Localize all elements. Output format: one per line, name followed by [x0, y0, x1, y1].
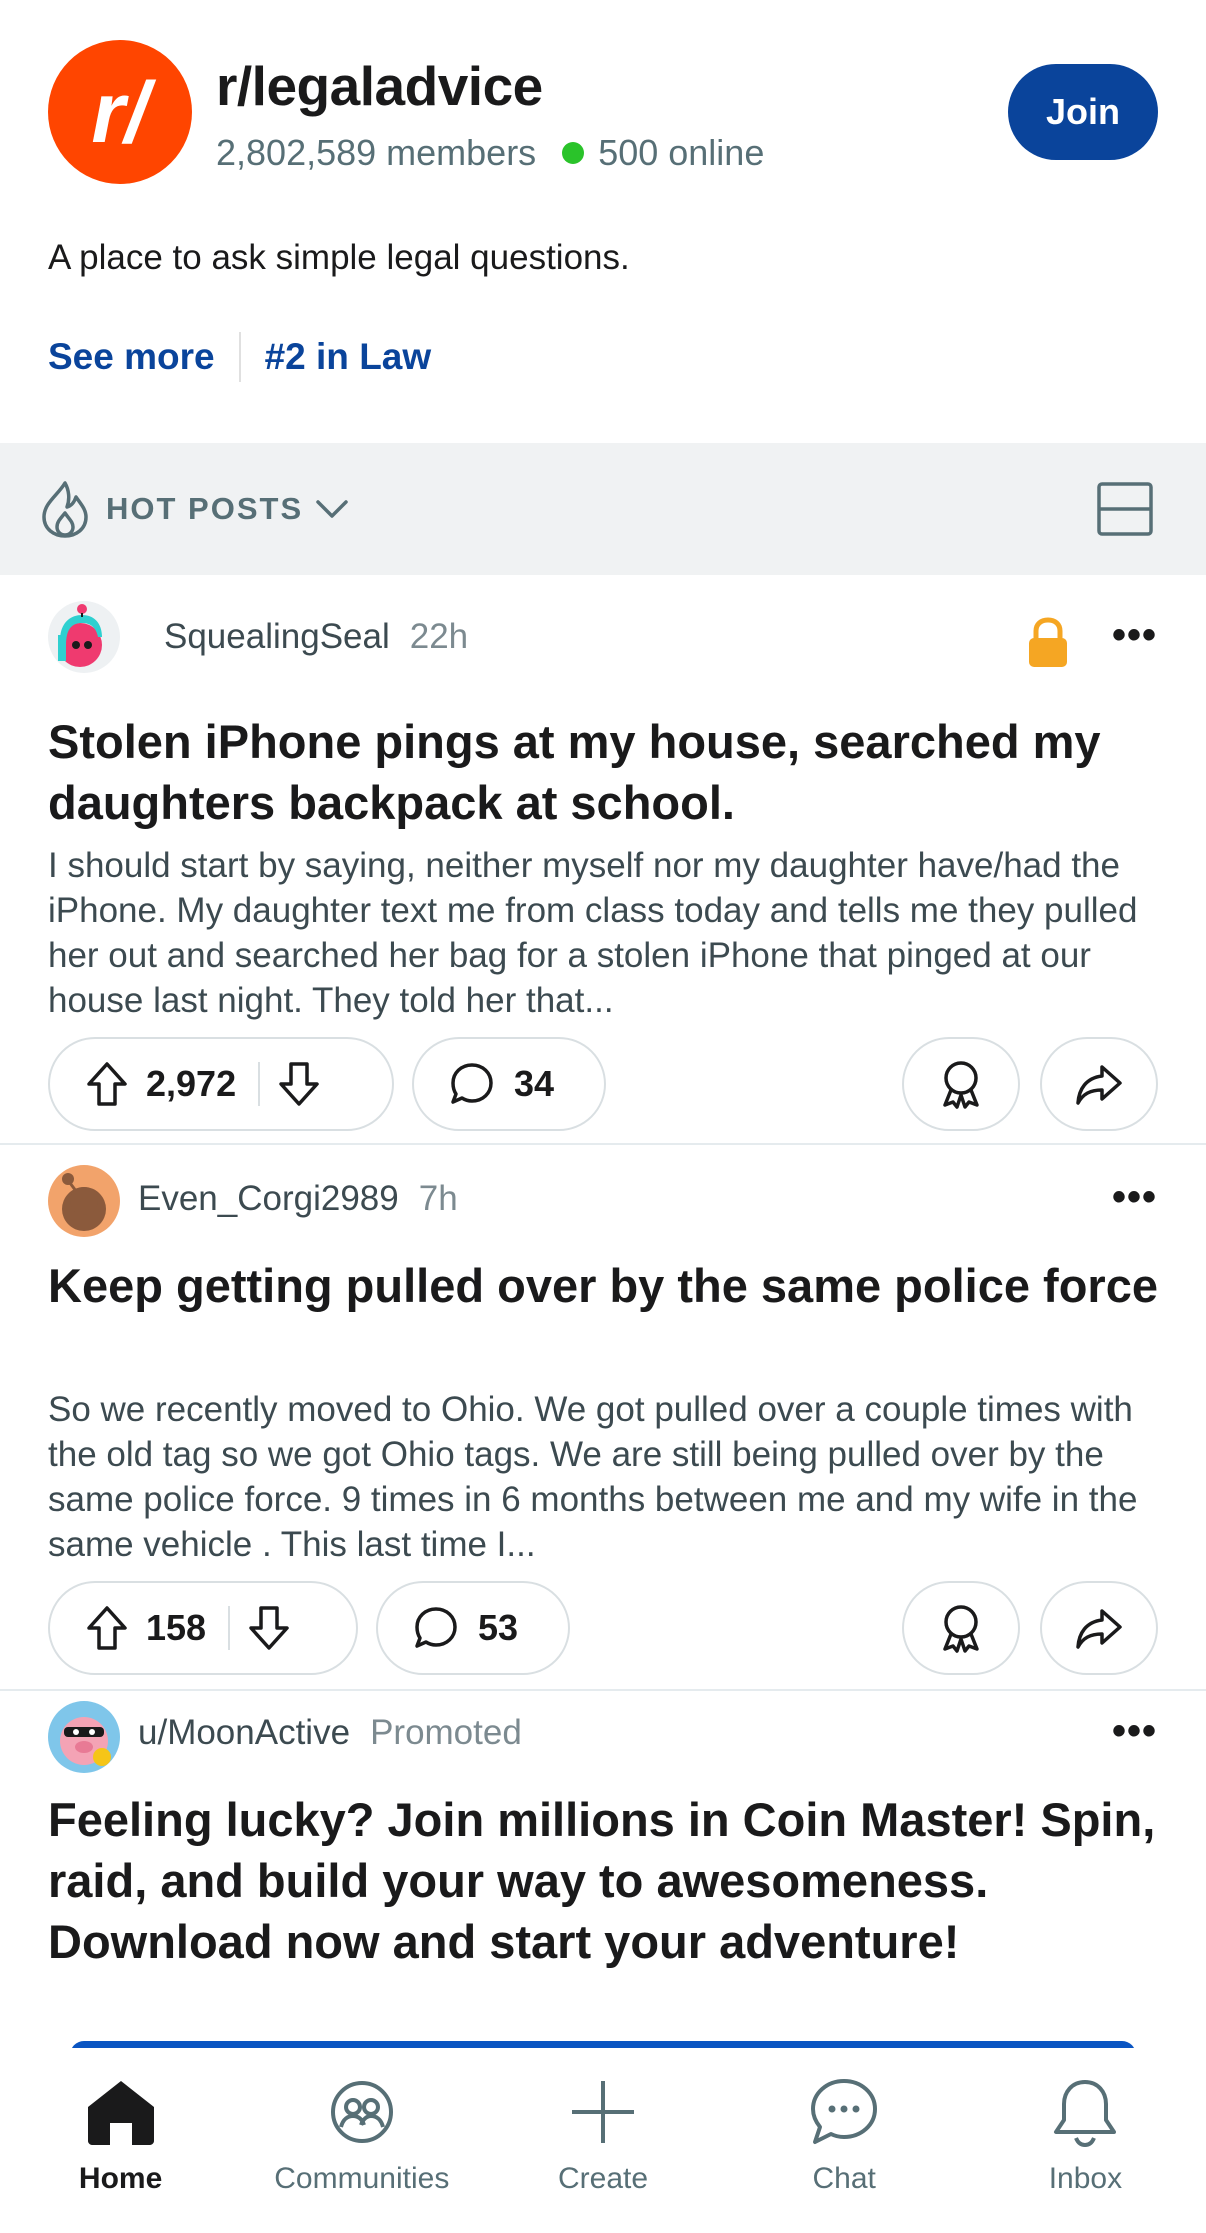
post-overflow-menu[interactable]: •••: [1112, 1177, 1157, 1217]
nav-chat[interactable]: Chat: [724, 2048, 965, 2233]
post-card[interactable]: Even_Corgi2989 7h ••• Keep getting pulle…: [0, 1145, 1206, 1689]
user-avatar-icon: [48, 601, 120, 673]
chevron-down-icon: [316, 500, 348, 518]
comment-count: 34: [514, 1063, 555, 1104]
award-icon: [943, 1061, 979, 1109]
comments-button[interactable]: 53: [376, 1581, 570, 1675]
card-layout-icon[interactable]: [1096, 481, 1154, 537]
post-time: 7h: [418, 1179, 458, 1218]
online-indicator-icon: [562, 142, 585, 164]
promoted-post-card[interactable]: u/MoonActive Promoted ••• Feeling lucky?…: [0, 1691, 1206, 2048]
home-icon: [87, 2081, 154, 2145]
post-meta: u/MoonActive Promoted: [138, 1713, 522, 1753]
vote-control: 2,972: [48, 1037, 394, 1131]
vote-count: 158: [146, 1607, 207, 1648]
nav-create-label: Create: [557, 2162, 649, 2195]
nav-inbox-label: Inbox: [1048, 2162, 1123, 2195]
upvote-icon[interactable]: [84, 1060, 130, 1108]
svg-text:r/: r/: [91, 65, 156, 161]
upvote-icon[interactable]: [84, 1604, 130, 1652]
community-name[interactable]: r/legaladvice: [216, 54, 543, 118]
post-title[interactable]: Keep getting pulled over by the same pol…: [48, 1255, 1168, 1316]
comment-count: 53: [478, 1607, 519, 1648]
flame-icon: [42, 481, 88, 538]
downvote-icon[interactable]: [276, 1060, 322, 1108]
ad-title[interactable]: Feeling lucky? Join millions in Coin Mas…: [48, 1789, 1168, 1972]
nav-communities-label: Communities: [274, 2162, 450, 2195]
community-description: A place to ask simple legal questions.: [48, 238, 630, 277]
award-icon: [943, 1605, 979, 1653]
bell-icon: [1054, 2080, 1117, 2148]
join-button[interactable]: Join: [1008, 64, 1158, 160]
nav-chat-label: Chat: [812, 2162, 876, 2195]
advertiser-avatar-icon: [48, 1701, 120, 1773]
vote-divider: [228, 1606, 231, 1650]
community-stats: 2,802,589 members 500 online: [216, 132, 764, 174]
post-body[interactable]: I should start by saying, neither myself…: [48, 843, 1168, 1023]
post-body[interactable]: So we recently moved to Ohio. We got pul…: [48, 1387, 1168, 1567]
community-header: r/ r/legaladvice 2,802,589 members 500 o…: [0, 0, 1206, 443]
award-button[interactable]: [902, 1037, 1020, 1131]
bottom-nav: Home Communities Create Chat Inbox: [0, 2048, 1206, 2233]
post-overflow-menu[interactable]: •••: [1112, 1711, 1157, 1751]
post-actions: 2,972 34: [48, 1037, 1158, 1131]
sort-dropdown[interactable]: HOT POSTS: [36, 479, 349, 539]
vote-control: 158: [48, 1581, 358, 1675]
vote-divider: [258, 1062, 261, 1106]
avatar[interactable]: [48, 1165, 120, 1237]
advertiser-name[interactable]: u/MoonActive: [138, 1713, 350, 1753]
member-count: 2,802,589 members: [216, 132, 537, 173]
post-meta: SquealingSeal 22h: [164, 617, 468, 657]
community-logo[interactable]: r/: [48, 40, 192, 184]
vote-count: 2,972: [146, 1063, 237, 1104]
share-button[interactable]: [1040, 1037, 1158, 1131]
downvote-icon[interactable]: [246, 1604, 292, 1652]
sort-bar: HOT POSTS: [0, 443, 1206, 575]
communities-icon: [330, 2081, 393, 2143]
comment-icon: [451, 1063, 493, 1104]
nav-communities[interactable]: Communities: [241, 2048, 482, 2233]
lock-icon: [1029, 617, 1067, 667]
post-time: 22h: [409, 617, 469, 656]
plus-icon: [572, 2081, 634, 2143]
nav-create[interactable]: Create: [482, 2048, 723, 2233]
community-links: See more #2 in Law: [48, 332, 431, 382]
share-icon: [1076, 1065, 1122, 1105]
link-divider: [238, 332, 241, 382]
avatar[interactable]: [48, 1701, 120, 1773]
share-button[interactable]: [1040, 1581, 1158, 1675]
promoted-tag: Promoted: [370, 1713, 522, 1752]
community-logo-glyph: r/: [91, 65, 156, 161]
post-actions: 158 53: [48, 1581, 1158, 1675]
post-overflow-menu[interactable]: •••: [1112, 615, 1157, 655]
avatar[interactable]: [48, 601, 120, 673]
rank-link[interactable]: #2 in Law: [265, 336, 432, 378]
comment-icon: [415, 1607, 457, 1648]
nav-home-label: Home: [78, 2162, 163, 2195]
see-more-link[interactable]: See more: [48, 336, 215, 378]
user-avatar-icon: [48, 1165, 120, 1237]
online-count: 500 online: [598, 132, 765, 173]
post-author[interactable]: Even_Corgi2989: [138, 1179, 399, 1219]
sort-label: HOT POSTS: [106, 491, 304, 526]
post-card[interactable]: SquealingSeal 22h ••• Stolen iPhone ping…: [0, 575, 1206, 1143]
award-button[interactable]: [902, 1581, 1020, 1675]
post-meta: Even_Corgi2989 7h: [138, 1179, 458, 1219]
chat-icon: [811, 2079, 878, 2144]
share-icon: [1076, 1609, 1122, 1649]
comments-button[interactable]: 34: [412, 1037, 606, 1131]
post-title[interactable]: Stolen iPhone pings at my house, searche…: [48, 711, 1168, 833]
post-author[interactable]: SquealingSeal: [164, 617, 390, 657]
nav-home[interactable]: Home: [0, 2048, 241, 2233]
nav-inbox[interactable]: Inbox: [965, 2048, 1206, 2233]
